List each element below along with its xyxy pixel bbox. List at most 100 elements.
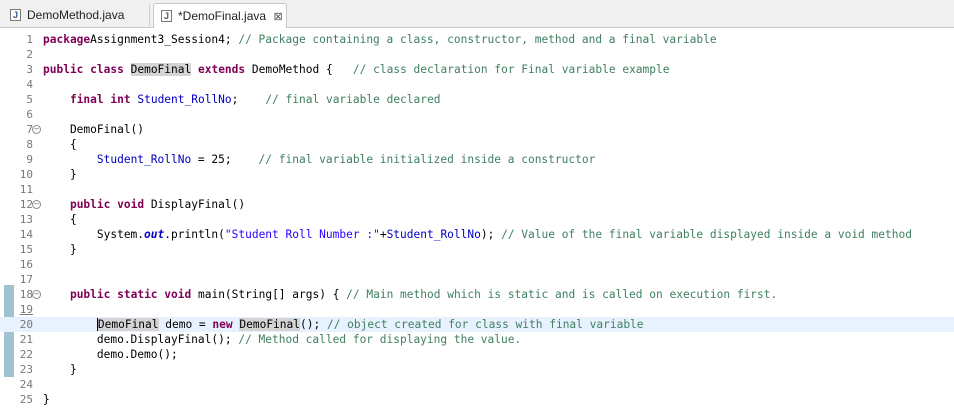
code-line[interactable]: 10 } xyxy=(0,167,954,182)
code-line[interactable]: 1 packageAssignment3_Session4; // Package… xyxy=(0,32,954,47)
code-token: // final variable initialized inside a c… xyxy=(258,153,596,166)
code-text: DemoFinal() xyxy=(43,122,144,137)
code-text: public void DisplayFinal() xyxy=(43,197,245,212)
code-text: } xyxy=(43,167,77,182)
code-line[interactable]: 20 DemoFinal demo = new DemoFinal(); // … xyxy=(0,317,954,332)
code-line[interactable]: 25} xyxy=(0,392,954,407)
code-token: } xyxy=(43,363,77,376)
code-text: Student_RollNo = 25; // final variable i… xyxy=(43,152,595,167)
code-token: public xyxy=(69,288,111,301)
line-number: 23 xyxy=(19,363,33,376)
line-number: 1 xyxy=(26,33,33,46)
line-number: 13 xyxy=(19,213,33,226)
tab-label: *DemoFinal.java xyxy=(178,9,267,23)
code-token: Student_RollNo xyxy=(386,228,481,241)
code-line[interactable]: 7− DemoFinal() xyxy=(0,122,954,137)
code-line[interactable]: 5 final int Student_RollNo; // final var… xyxy=(0,92,954,107)
code-line[interactable]: 21 demo.DisplayFinal(); // Method called… xyxy=(0,332,954,347)
code-token: // Method called for displaying the valu… xyxy=(238,333,522,346)
fold-collapse-icon[interactable]: − xyxy=(32,125,41,134)
code-token: // class declaration for Final variable … xyxy=(352,63,670,76)
line-number: 8 xyxy=(26,138,33,151)
tab-demofinal[interactable]: J *DemoFinal.java ⊠ xyxy=(153,3,287,28)
line-number: 10 xyxy=(19,168,33,181)
code-line[interactable]: 17 xyxy=(0,272,954,287)
code-text: { xyxy=(43,212,77,227)
code-line[interactable]: 2 xyxy=(0,47,954,62)
code-token: void xyxy=(117,198,145,211)
code-token: DemoFinal() xyxy=(43,123,145,136)
code-token: } xyxy=(43,168,77,181)
code-token: + xyxy=(379,228,387,241)
code-line[interactable]: 16 xyxy=(0,257,954,272)
code-token: DemoFinal xyxy=(130,63,192,76)
code-line[interactable]: 3 public class DemoFinal extends DemoMeth… xyxy=(0,62,954,77)
code-line[interactable]: 18− public static void main(String[] arg… xyxy=(0,287,954,302)
line-number: 17 xyxy=(19,273,33,286)
code-line[interactable]: 4 xyxy=(0,77,954,92)
code-text: packageAssignment3_Session4; // Package … xyxy=(43,32,717,47)
code-text: final int Student_RollNo; // final varia… xyxy=(43,92,441,107)
code-token: demo.Demo(); xyxy=(43,348,178,361)
line-number: 2 xyxy=(26,48,33,61)
code-editor[interactable]: 1 packageAssignment3_Session4; // Package… xyxy=(0,28,954,409)
code-token: static xyxy=(117,288,158,301)
code-line[interactable]: 14 System.out.println("Student Roll Numb… xyxy=(0,227,954,242)
code-line[interactable]: 9 Student_RollNo = 25; // final variable… xyxy=(0,152,954,167)
code-token: // final variable declared xyxy=(265,93,441,106)
code-token: package xyxy=(43,33,91,46)
code-token: ); xyxy=(480,228,502,241)
code-line[interactable]: 11 xyxy=(0,182,954,197)
code-token: Student_RollNo xyxy=(96,153,192,166)
line-number: 21 xyxy=(19,333,33,346)
code-text: public static void main(String[] args) {… xyxy=(43,287,777,302)
line-number: 14 xyxy=(19,228,33,241)
code-text: } xyxy=(43,392,50,407)
line-number: 7 xyxy=(26,123,33,136)
code-token: public xyxy=(69,198,111,211)
line-number: 4 xyxy=(26,78,33,91)
java-file-icon: J xyxy=(10,9,21,21)
code-token: = 25; xyxy=(191,153,259,166)
code-line[interactable]: 24 xyxy=(0,377,954,392)
code-text: DemoFinal demo = new DemoFinal(); // obj… xyxy=(43,317,644,332)
code-token: void xyxy=(164,288,192,301)
fold-collapse-icon[interactable]: − xyxy=(32,200,41,209)
line-number: 22 xyxy=(19,348,33,361)
code-token: // object created for class with final v… xyxy=(326,318,644,331)
line-number: 24 xyxy=(19,378,33,391)
code-line[interactable]: 15 } xyxy=(0,242,954,257)
code-token: .println( xyxy=(164,228,225,241)
code-token: demo = xyxy=(158,318,213,331)
fold-collapse-icon[interactable]: − xyxy=(32,290,41,299)
code-token: class xyxy=(90,63,124,76)
code-token: main(String[] args) { xyxy=(191,288,347,301)
code-line[interactable]: 23 } xyxy=(0,362,954,377)
code-token: // Package containing a class, construct… xyxy=(238,33,717,46)
code-line[interactable]: 22 demo.Demo(); xyxy=(0,347,954,362)
tab-demomethod[interactable]: J DemoMethod.java xyxy=(2,4,150,26)
close-icon[interactable]: ⊠ xyxy=(272,10,284,23)
code-token: DemoMethod { xyxy=(245,63,353,76)
code-token: extends xyxy=(197,63,246,76)
code-token: { xyxy=(43,138,77,151)
code-line[interactable]: 13 { xyxy=(0,212,954,227)
code-line[interactable]: 19 xyxy=(0,302,954,317)
code-line[interactable]: 8 { xyxy=(0,137,954,152)
code-token: out xyxy=(144,228,165,241)
code-token: ; xyxy=(231,93,266,106)
code-token: System. xyxy=(43,228,145,241)
code-token: final xyxy=(69,93,104,106)
code-text: public class DemoFinal extends DemoMetho… xyxy=(43,62,670,77)
code-line[interactable]: 12− public void DisplayFinal() xyxy=(0,197,954,212)
java-file-icon: J xyxy=(161,10,172,22)
code-line[interactable]: 6 xyxy=(0,107,954,122)
code-text: } xyxy=(43,362,77,377)
code-token: Student_RollNo xyxy=(137,93,232,106)
code-token: { xyxy=(43,213,77,226)
